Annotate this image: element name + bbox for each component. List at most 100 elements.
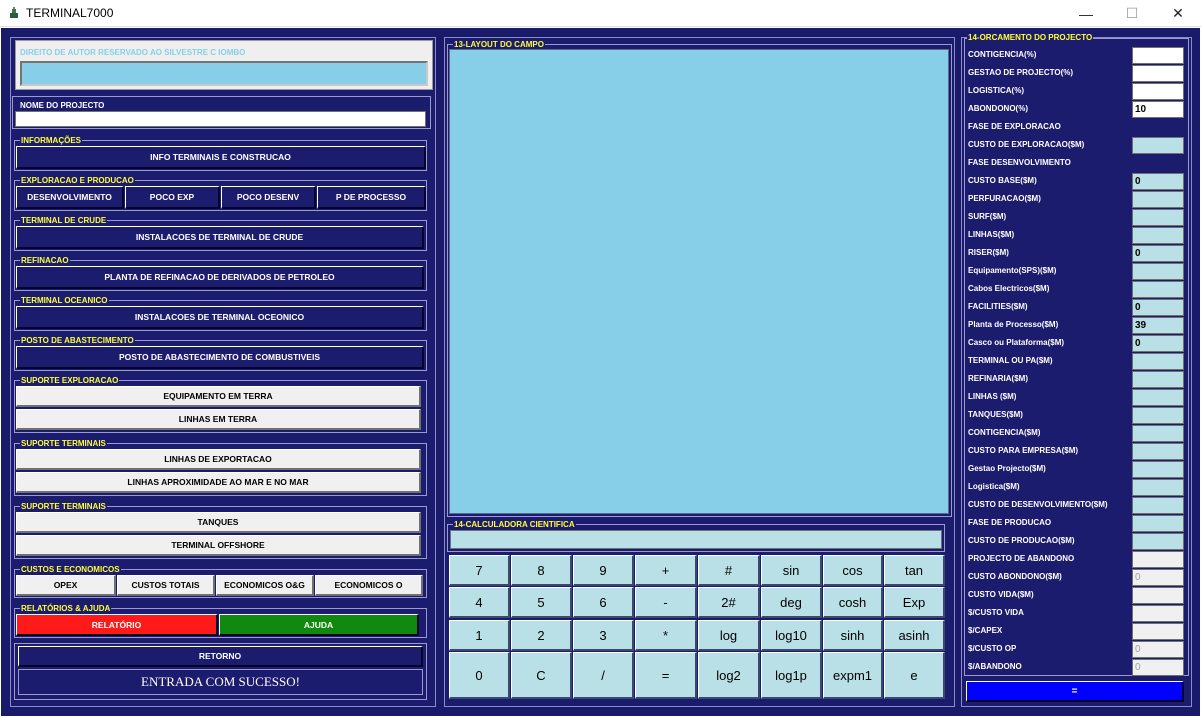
tanques-button[interactable]: TANQUES [16,512,421,533]
ajuda-button[interactable]: AJUDA [219,614,419,636]
author-input[interactable] [20,61,428,86]
calc-key-clear[interactable]: C [511,652,572,699]
budget-field-29[interactable]: 0 [1132,569,1184,586]
calc-key-tan[interactable]: tan [884,555,945,586]
p-de-processo-button[interactable]: P DE PROCESSO [317,186,426,209]
custos-totais-button[interactable]: CUSTOS TOTAIS [117,575,215,596]
linhas-aproximidade-button[interactable]: LINHAS APROXIMIDADE AO MAR E NO MAR [16,472,421,493]
relatorio-button[interactable]: RELATÓRIO [16,614,218,636]
equipamento-terra-button[interactable]: EQUIPAMENTO EM TERRA [16,386,421,407]
budget-field-9[interactable] [1132,209,1184,226]
calc-key-e[interactable]: e [884,652,945,699]
calc-key-1[interactable]: 1 [449,620,510,651]
economicos-og-button[interactable]: ECONOMICOS O&G [216,575,314,596]
budget-field-12[interactable] [1132,263,1184,280]
terminal-offshore-button[interactable]: TERMINAL OFFSHORE [16,535,421,556]
calc-key-6[interactable]: 6 [573,587,634,618]
calc-key-4[interactable]: 4 [449,587,510,618]
budget-field-11[interactable]: 0 [1132,245,1184,262]
budget-field-0[interactable] [1132,47,1184,64]
sup-term1-label: SUPORTE TERMINAIS [20,439,107,448]
budget-field-14[interactable]: 0 [1132,299,1184,316]
calc-key-minus[interactable]: - [635,587,697,618]
budget-field-3[interactable]: 10 [1132,101,1184,118]
custos-label: CUSTOS E ECONOMICOS [20,565,121,574]
calc-key-8[interactable]: 8 [511,555,572,586]
budget-equals-button[interactable]: = [966,681,1184,702]
budget-field-26[interactable] [1132,515,1184,532]
calc-key-exp[interactable]: Exp [884,587,945,618]
linhas-terra-button[interactable]: LINHAS EM TERRA [16,409,421,430]
calc-key-plus[interactable]: + [635,555,697,586]
calc-key-7[interactable]: 7 [449,555,510,586]
info-terminais-button[interactable]: INFO TERMINAIS E CONSTRUCAO [16,146,426,169]
calc-key-5[interactable]: 5 [511,587,572,618]
terminal-crude-button[interactable]: INSTALACOES DE TERMINAL DE CRUDE [16,226,424,249]
calc-key-sinh[interactable]: sinh [823,620,883,651]
budget-field-7[interactable]: 0 [1132,173,1184,190]
budget-field-24[interactable] [1132,479,1184,496]
calc-key-cosh[interactable]: cosh [823,587,883,618]
project-name-input[interactable] [15,111,426,127]
calc-key-log[interactable]: log [698,620,760,651]
calc-key-sin[interactable]: sin [761,555,822,586]
maximize-button[interactable]: ☐ [1109,0,1155,27]
calc-key-asinh[interactable]: asinh [884,620,945,651]
sup-exp-label: SUPORTE EXPLORACAO [20,376,120,385]
calculator-display[interactable] [450,530,942,549]
budget-field-10[interactable] [1132,227,1184,244]
budget-field-21[interactable] [1132,425,1184,442]
calc-key-9[interactable]: 9 [573,555,634,586]
budget-field-1[interactable] [1132,65,1184,82]
calc-key-divide[interactable]: / [573,652,634,699]
budget-field-16[interactable]: 0 [1132,335,1184,352]
title-bar: TERMINAL7000 — ☐ ✕ [0,0,1201,27]
budget-field-32[interactable] [1132,623,1184,640]
calc-key-2[interactable]: 2 [511,620,572,651]
budget-field-20[interactable] [1132,407,1184,424]
budget-field-28[interactable] [1132,551,1184,568]
budget-field-19[interactable] [1132,389,1184,406]
budget-field-34[interactable]: 0 [1132,659,1184,676]
calc-key-log10[interactable]: log10 [761,620,822,651]
budget-field-18[interactable] [1132,371,1184,388]
opex-button[interactable]: OPEX [16,575,116,596]
budget-field-22[interactable] [1132,443,1184,460]
desenvolvimento-button[interactable]: DESENVOLVIMENTO [16,186,124,209]
budget-field-8[interactable] [1132,191,1184,208]
budget-field-15[interactable]: 39 [1132,317,1184,334]
minimize-button[interactable]: — [1063,0,1109,27]
budget-field-17[interactable] [1132,353,1184,370]
budget-field-30[interactable] [1132,587,1184,604]
calc-key-expm1[interactable]: expm1 [823,652,883,699]
calc-key-log1p[interactable]: log1p [761,652,822,699]
calc-key-multiply[interactable]: * [635,620,697,651]
budget-field-13[interactable] [1132,281,1184,298]
budget-field-27[interactable] [1132,533,1184,550]
calc-key-0[interactable]: 0 [449,652,510,699]
calc-key-cos[interactable]: cos [823,555,883,586]
calc-key-equals[interactable]: = [635,652,697,699]
economicos-o-button[interactable]: ECONOMICOS O [315,575,423,596]
linhas-exportacao-button[interactable]: LINHAS DE EXPORTACAO [16,449,421,470]
terminal-oceanico-button[interactable]: INSTALACOES DE TERMINAL OCEONICO [16,306,424,329]
budget-field-33[interactable]: 0 [1132,641,1184,658]
budget-field-2[interactable] [1132,83,1184,100]
budget-field-25[interactable] [1132,497,1184,514]
poco-desenv-button[interactable]: POCO DESENV [221,186,316,209]
calc-key-deg[interactable]: deg [761,587,822,618]
calc-key-hash[interactable]: # [698,555,760,586]
calc-key-square[interactable]: 2# [698,587,760,618]
close-button[interactable]: ✕ [1155,0,1201,27]
refin-label: REFINACAO [20,256,70,265]
poco-exp-button[interactable]: POCO EXP [125,186,220,209]
budget-field-5[interactable] [1132,137,1184,154]
budget-field-31[interactable] [1132,605,1184,622]
refinacao-button[interactable]: PLANTA DE REFINACAO DE DERIVADOS DE PETR… [16,266,424,289]
calc-key-log2[interactable]: log2 [698,652,760,699]
calc-key-3[interactable]: 3 [573,620,634,651]
budget-field-23[interactable] [1132,461,1184,478]
field-layout-canvas[interactable] [449,49,949,514]
posto-abastecimento-button[interactable]: POSTO DE ABASTECIMENTO DE COMBUSTIVEIS [16,346,424,369]
retorno-button[interactable]: RETORNO [18,646,423,667]
